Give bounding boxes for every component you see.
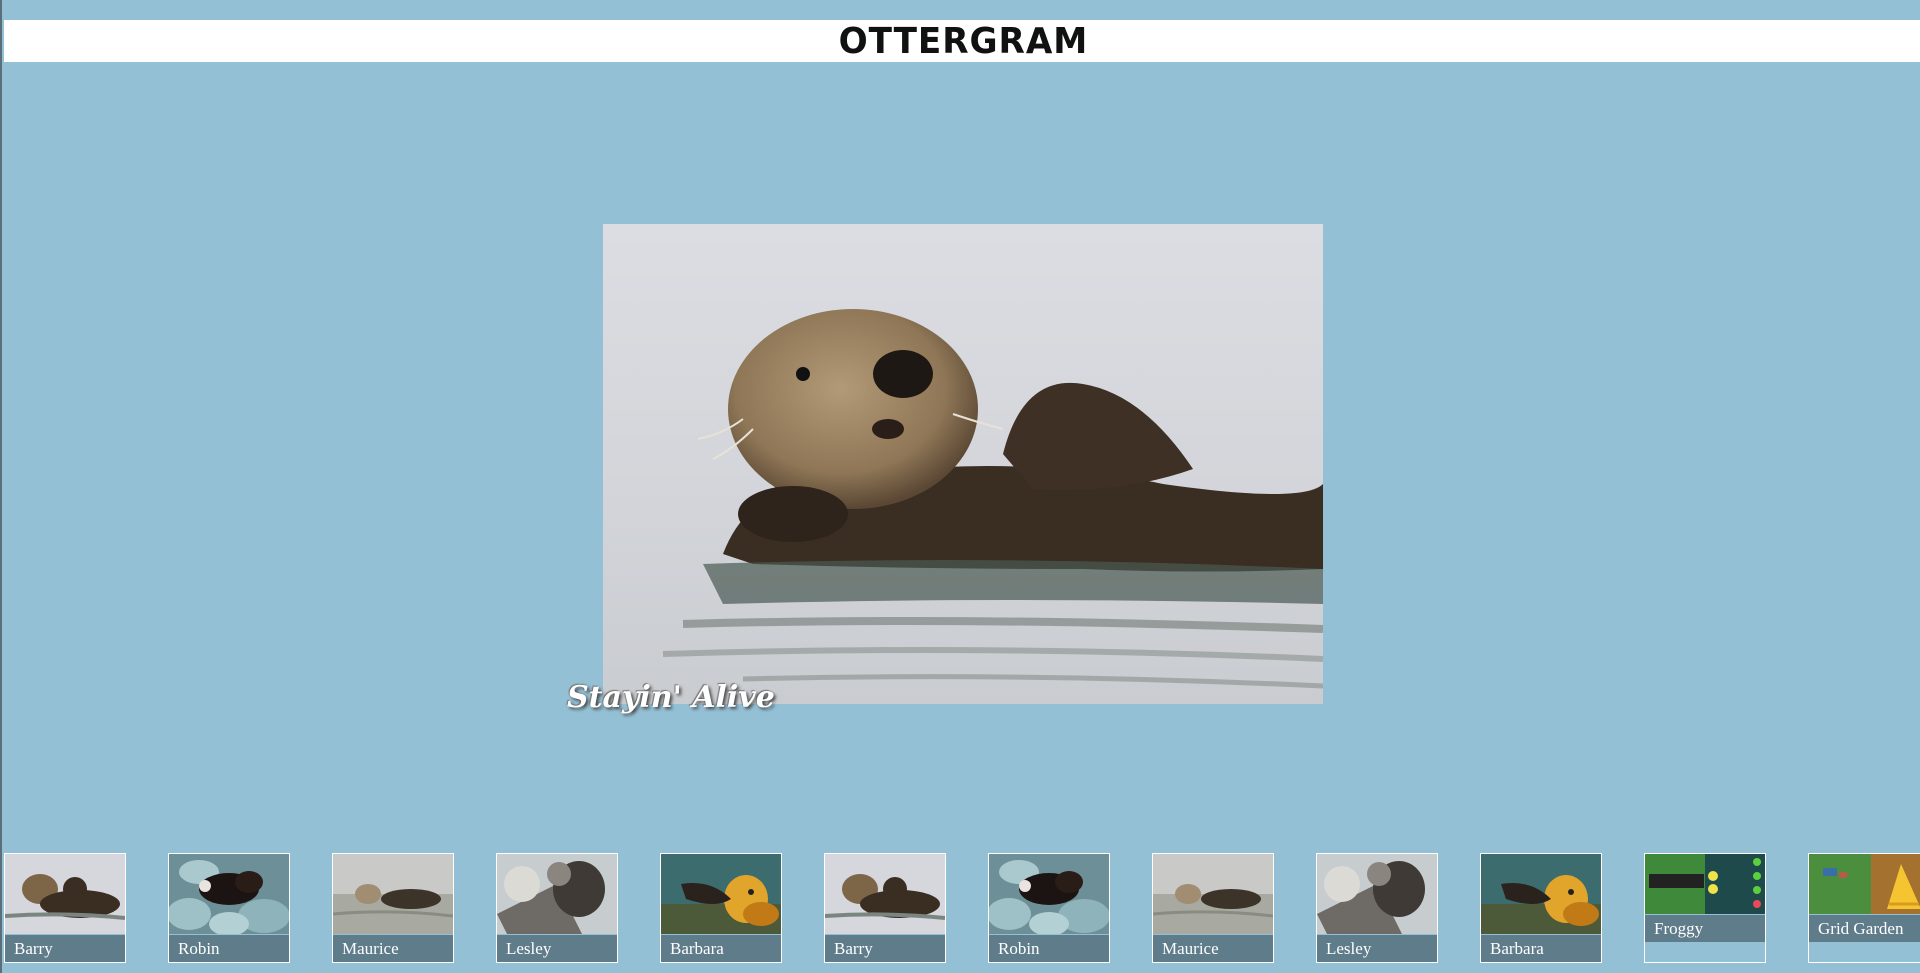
- thumbnail-item[interactable]: Lesley: [496, 853, 618, 963]
- thumbnail-item[interactable]: Barbara: [1480, 853, 1602, 963]
- thumbnail-item[interactable]: Barbara: [660, 853, 782, 963]
- thumbnail-item[interactable]: Barry: [824, 853, 946, 963]
- thumbnail-item[interactable]: Froggy: [1644, 853, 1766, 963]
- thumbnail-title: Grid Garden: [1809, 915, 1920, 942]
- thumbnail-title: Froggy: [1645, 915, 1765, 942]
- logo-text: OTTERGRAM: [838, 20, 1088, 62]
- thumbnail-title: Lesley: [497, 935, 617, 962]
- thumbnail-item[interactable]: Lesley: [1316, 853, 1438, 963]
- thumbnail-title: Barry: [5, 935, 125, 962]
- thumbnail-item[interactable]: Maurice: [1152, 853, 1274, 963]
- thumbnail-image: [1809, 854, 1920, 914]
- thumbnail-list: Barry Robin Maurice Lesley Barbara Barry Robin…: [4, 853, 1920, 963]
- thumbnail-title: Robin: [169, 935, 289, 962]
- thumbnail-image: [1481, 854, 1601, 934]
- ottergram-page: OTTERGRAM Stayin' Alive Barry Robin Maur…: [0, 0, 1920, 973]
- thumbnail-title: Lesley: [1317, 935, 1437, 962]
- thumbnail-item[interactable]: Barry: [4, 853, 126, 963]
- thumbnail-item[interactable]: Maurice: [332, 853, 454, 963]
- thumbnail-image: [1153, 854, 1273, 934]
- thumbnail-image: [497, 854, 617, 934]
- thumbnail-item[interactable]: Grid Garden: [1808, 853, 1920, 963]
- logo-bar: OTTERGRAM: [4, 20, 1920, 62]
- thumbnail-image: [661, 854, 781, 934]
- thumbnail-title: Robin: [989, 935, 1109, 962]
- thumbnail-title: Barbara: [1481, 935, 1601, 962]
- thumbnail-title: Barbara: [661, 935, 781, 962]
- thumbnail-title: Maurice: [333, 935, 453, 962]
- thumbnail-item[interactable]: Robin: [988, 853, 1110, 963]
- thumbnail-title: Maurice: [1153, 935, 1273, 962]
- thumbnail-image: [825, 854, 945, 934]
- thumbnail-image: [1645, 854, 1765, 914]
- detail-title: Stayin' Alive: [567, 680, 775, 715]
- thumbnail-image: [989, 854, 1109, 934]
- otter-detail-illustration: [603, 224, 1323, 704]
- thumbnail-title: Barry: [825, 935, 945, 962]
- thumbnail-item[interactable]: Robin: [168, 853, 290, 963]
- thumbnail-image: [1317, 854, 1437, 934]
- thumbnail-image: [169, 854, 289, 934]
- thumbnail-image: [333, 854, 453, 934]
- thumbnail-image: [5, 854, 125, 934]
- detail-image: [603, 224, 1323, 704]
